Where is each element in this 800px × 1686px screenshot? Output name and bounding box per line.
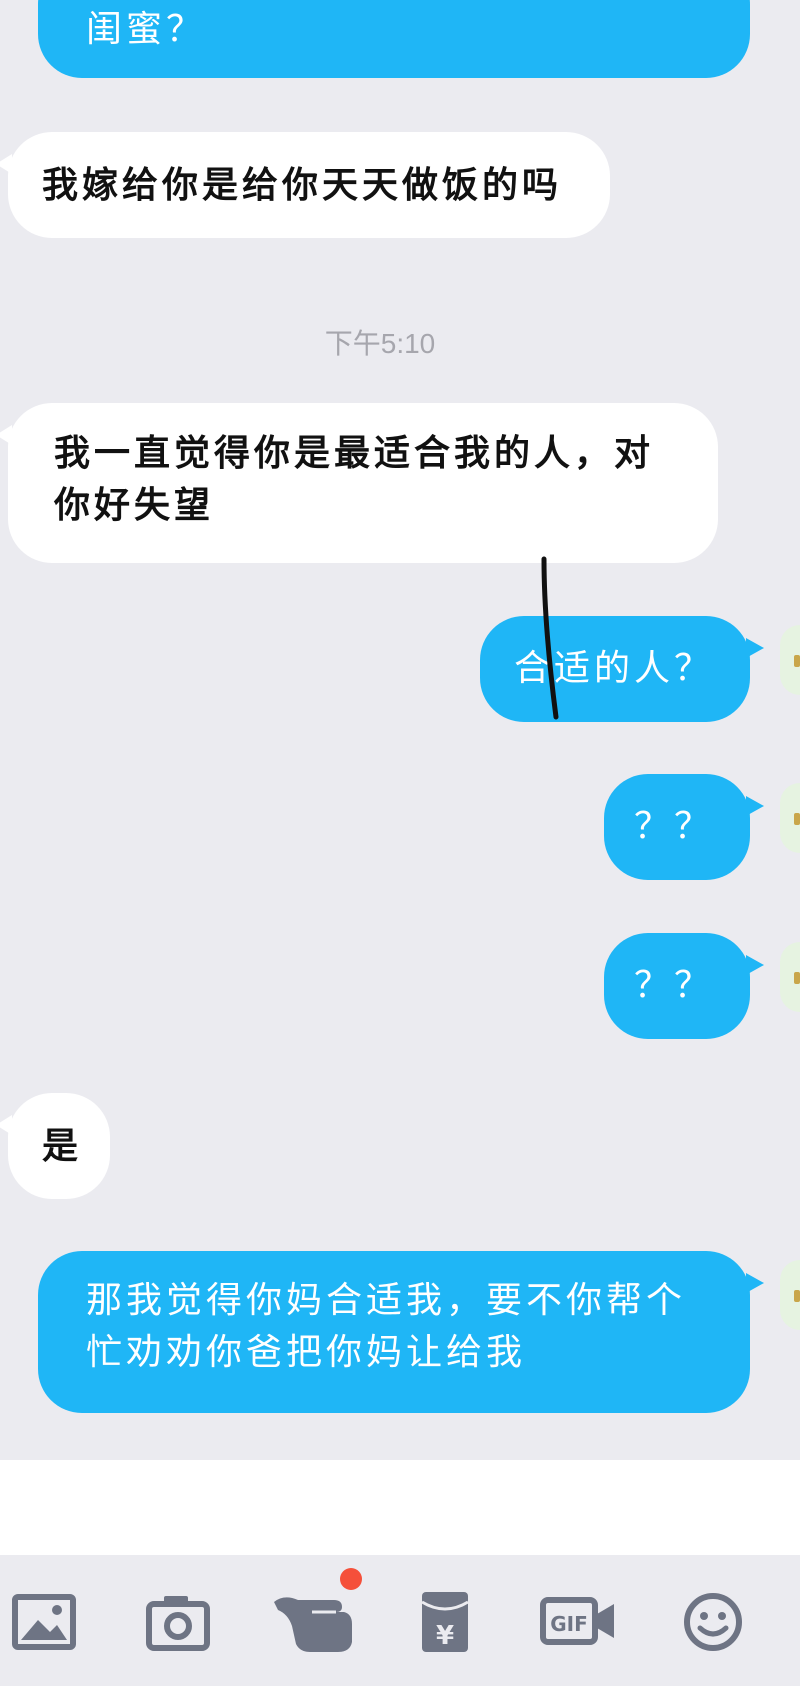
image-button[interactable] xyxy=(10,1590,80,1654)
avatar[interactable] xyxy=(780,1260,800,1330)
message-received[interactable]: 我嫁给你是给你天天做饭的吗 xyxy=(0,132,610,238)
message-text: ？？ xyxy=(634,965,715,1006)
gif-button[interactable]: GIF xyxy=(540,1590,618,1654)
poke-hand-icon xyxy=(274,1597,352,1652)
message-text: 是 xyxy=(42,1125,83,1167)
message-sent[interactable]: 那我觉得你妈合适我，要不你帮个忙劝劝你爸把你妈让给我 xyxy=(38,1251,764,1413)
message-input[interactable] xyxy=(0,1460,800,1555)
message-text: 闺蜜？ xyxy=(86,9,207,50)
gif-label: GIF xyxy=(550,1612,588,1636)
message-sent[interactable]: 闺蜜？ xyxy=(38,0,764,78)
notification-badge xyxy=(340,1568,362,1590)
chat-history: 闺蜜？ 我嫁给你是给你天天做饭的吗 下午5:10 我一直觉得你是最适合我的人，对… xyxy=(0,0,800,1460)
message-received[interactable]: 是 xyxy=(0,1093,110,1199)
camera-button[interactable] xyxy=(144,1590,214,1654)
gif-icon: GIF xyxy=(540,1597,614,1645)
message-timestamp: 下午5:10 xyxy=(324,328,436,359)
scribble-stroke xyxy=(541,556,559,720)
message-text: 我一直觉得你是最适合我的人，对你好失望 xyxy=(54,432,655,526)
avatar[interactable] xyxy=(780,625,800,695)
poke-button[interactable] xyxy=(270,1590,360,1654)
message-sent[interactable]: 合适的人？ xyxy=(480,616,764,722)
message-sent[interactable]: ？？ xyxy=(604,933,764,1039)
camera-icon xyxy=(146,1596,210,1651)
yuan-symbol: ¥ xyxy=(436,1621,454,1651)
message-sent[interactable]: ？？ xyxy=(604,774,764,880)
message-received[interactable]: 我一直觉得你是最适合我的人，对你好失望 xyxy=(0,403,718,563)
avatar[interactable] xyxy=(780,783,800,853)
input-toolbar: ¥ GIF xyxy=(0,1555,800,1686)
message-text: 我嫁给你是给你天天做饭的吗 xyxy=(42,164,563,206)
red-packet-button[interactable]: ¥ xyxy=(412,1590,482,1654)
emoji-button[interactable] xyxy=(680,1590,750,1654)
emoji-icon xyxy=(684,1593,742,1651)
avatar[interactable] xyxy=(780,942,800,1012)
message-text: ？？ xyxy=(634,806,715,847)
image-icon xyxy=(12,1594,76,1650)
message-text: 那我觉得你妈合适我，要不你帮个忙劝劝你爸把你妈让给我 xyxy=(86,1280,687,1373)
red-packet-icon: ¥ xyxy=(421,1592,469,1652)
